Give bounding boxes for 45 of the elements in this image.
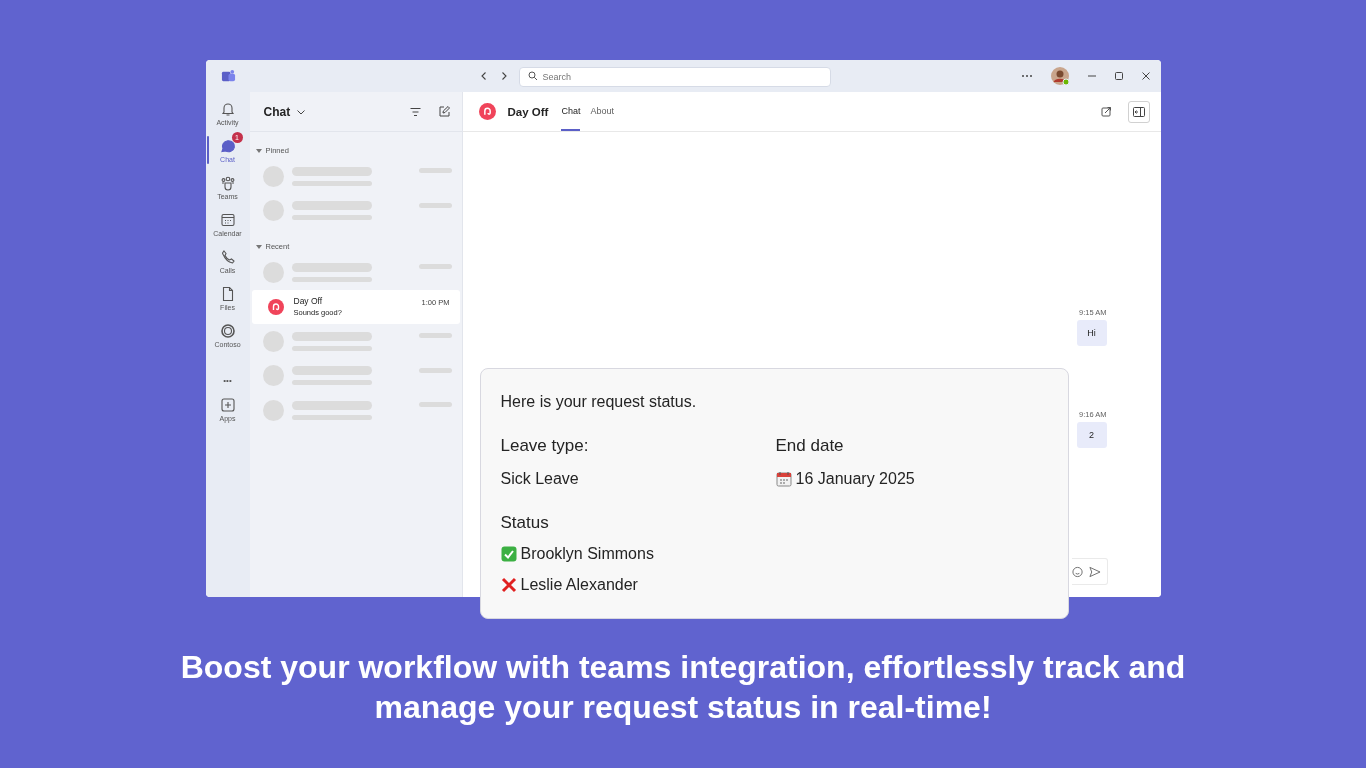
send-icon[interactable] — [1088, 565, 1101, 578]
compose-icon[interactable] — [438, 106, 450, 117]
collapse-icon[interactable] — [255, 244, 262, 249]
apps-icon — [219, 396, 236, 413]
search-icon — [527, 71, 538, 81]
field-label: End date — [775, 436, 845, 456]
tab[interactable]: About — [590, 92, 614, 131]
collapse-icon[interactable] — [255, 148, 262, 153]
app-logo-icon — [267, 298, 284, 315]
message-bubble: 2 — [1076, 422, 1107, 448]
more-icon[interactable] — [1020, 74, 1033, 78]
search-field[interactable]: Search — [518, 67, 831, 87]
pop-out-icon[interactable] — [1100, 106, 1112, 117]
app-logo-icon — [220, 68, 236, 84]
field-value: Sick Leave — [500, 470, 579, 488]
side-panel-icon — [1132, 106, 1145, 117]
close-icon[interactable] — [1140, 71, 1151, 81]
approver-name: Brooklyn Simmons — [520, 545, 654, 563]
bell-icon — [219, 100, 236, 117]
avatar[interactable] — [1049, 66, 1070, 86]
filter-icon[interactable] — [409, 106, 421, 117]
check-icon — [500, 546, 517, 562]
calls-icon — [219, 248, 236, 265]
card-heading: Here is your request status. — [500, 393, 698, 411]
teams-icon — [219, 174, 236, 191]
field-value: 16 January 2025 — [795, 470, 915, 488]
calendar-icon — [219, 211, 236, 228]
conversation-title: Day Off — [507, 105, 549, 118]
chat-title[interactable]: Chat — [263, 104, 291, 119]
rail-item[interactable]: ••• — [205, 358, 250, 386]
message-bubble: Hi — [1076, 320, 1107, 346]
field-label: Status — [500, 513, 550, 533]
message-field[interactable] — [1071, 558, 1108, 585]
calendar-icon — [775, 471, 792, 487]
headline: Boost your workflow with teams integration, effortlessly track and manage your request status in real-time! — [179, 648, 1187, 727]
field-label: Leave type: — [500, 436, 590, 456]
tab[interactable]: Chat — [561, 92, 581, 131]
emoji-icon[interactable] — [1071, 565, 1083, 578]
ring-icon — [219, 322, 236, 339]
side-panel-button[interactable] — [1127, 100, 1150, 123]
cross-icon — [500, 577, 517, 593]
chat-icon — [219, 137, 236, 154]
approver-name: Leslie Alexander — [520, 576, 638, 594]
maximize-icon[interactable] — [1113, 71, 1124, 81]
app-logo-icon — [478, 103, 496, 120]
